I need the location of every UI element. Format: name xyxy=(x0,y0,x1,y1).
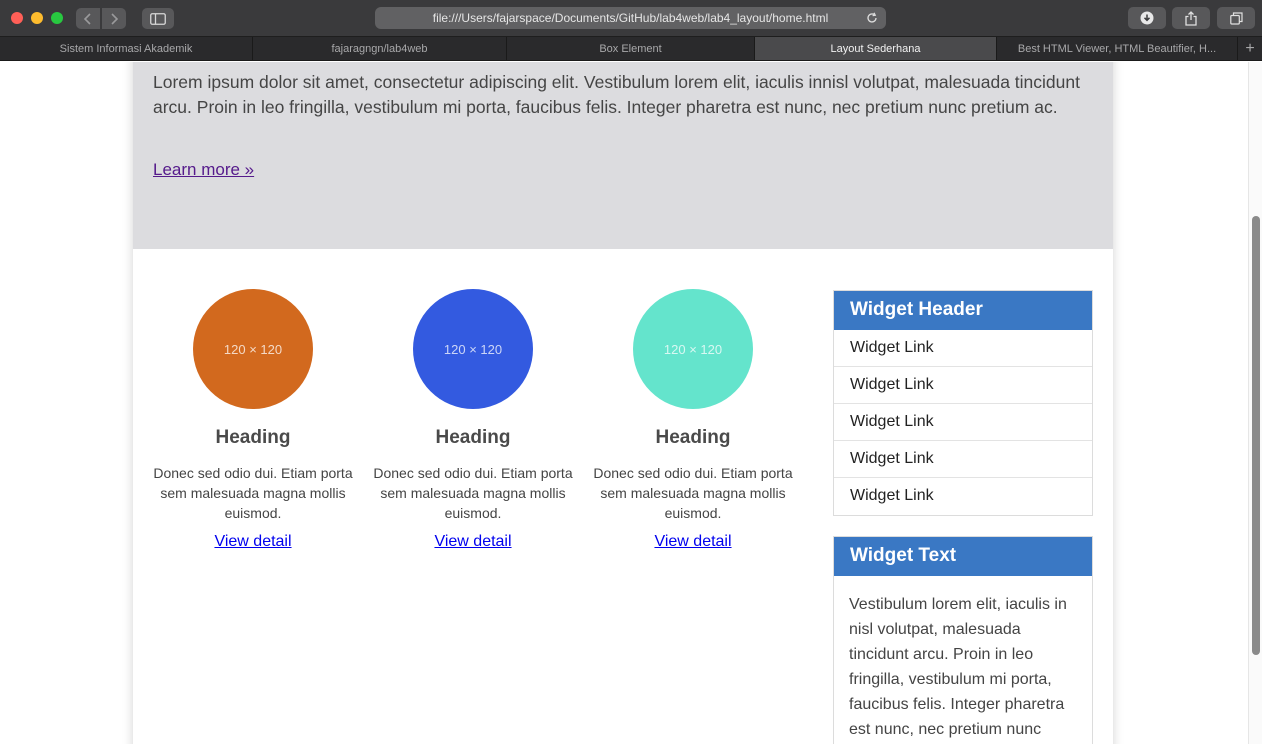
forward-button[interactable] xyxy=(102,8,126,29)
close-window-button[interactable] xyxy=(11,12,23,24)
plus-icon: + xyxy=(1245,39,1255,57)
feature-heading: Heading xyxy=(655,427,731,448)
share-icon xyxy=(1185,10,1197,26)
widget-link[interactable]: Widget Link xyxy=(834,478,1092,515)
image-placeholder-label: 120 × 120 xyxy=(443,341,503,357)
vertical-scrollbar[interactable] xyxy=(1248,62,1262,744)
view-detail-link[interactable]: View detail xyxy=(214,533,291,551)
tab-box-element[interactable]: Box Element xyxy=(507,37,755,60)
widget-text: Widget Text Vestibulum lorem elit, iacul… xyxy=(833,536,1093,744)
tab-label: Box Element xyxy=(599,42,662,55)
page-container: Lorem ipsum dolor sit amet, consectetur … xyxy=(133,62,1113,744)
widget-body-text: Vestibulum lorem elit, iaculis in nisl v… xyxy=(849,596,1067,738)
feature-text: Donec sed odio dui. Etiam porta sem male… xyxy=(153,465,353,521)
address-bar-url[interactable]: file:///Users/fajarspace/Documents/GitHu… xyxy=(375,11,886,25)
tab-label: fajaragngn/lab4web xyxy=(331,42,428,55)
feature-image: 120 × 120 xyxy=(193,289,313,409)
chevron-right-icon xyxy=(111,12,119,25)
widget-link[interactable]: Widget Link xyxy=(834,404,1092,441)
scrollbar-thumb[interactable] xyxy=(1252,216,1260,655)
widget-link[interactable]: Widget Link xyxy=(834,441,1092,478)
address-bar[interactable]: file:///Users/fajarspace/Documents/GitHu… xyxy=(375,7,886,29)
downloads-button[interactable] xyxy=(1128,7,1166,29)
minimize-window-button[interactable] xyxy=(31,12,43,24)
tab-sistem-informasi-akademik[interactable]: Sistem Informasi Akademik xyxy=(0,37,253,60)
view-detail-link[interactable]: View detail xyxy=(654,533,731,551)
feature-image: 120 × 120 xyxy=(413,289,533,409)
new-tab-button[interactable]: + xyxy=(1238,37,1262,60)
widget-links: Widget Header Widget Link Widget Link Wi… xyxy=(833,290,1093,516)
sidebar-toggle-button[interactable] xyxy=(142,8,174,29)
hero-paragraph: Lorem ipsum dolor sit amet, consectetur … xyxy=(153,72,1080,117)
chevron-left-icon xyxy=(83,12,91,25)
widget-header: Widget Text xyxy=(834,537,1092,576)
feature-heading: Heading xyxy=(215,427,291,448)
feature-text: Donec sed odio dui. Etiam porta sem male… xyxy=(373,465,573,521)
tab-lab4web-repo[interactable]: fajaragngn/lab4web xyxy=(253,37,507,60)
widget-header: Widget Header xyxy=(834,291,1092,330)
tab-label: Sistem Informasi Akademik xyxy=(59,42,193,55)
view-detail-link[interactable]: View detail xyxy=(434,533,511,551)
feature-image: 120 × 120 xyxy=(633,289,753,409)
tab-html-viewer[interactable]: Best HTML Viewer, HTML Beautifier, H... xyxy=(997,37,1238,60)
widget-link-list: Widget Link Widget Link Widget Link Widg… xyxy=(834,330,1092,515)
tab-label: Best HTML Viewer, HTML Beautifier, H... xyxy=(1017,42,1217,55)
reload-icon xyxy=(867,12,877,23)
sidebar-icon xyxy=(150,12,166,25)
widget-link[interactable]: Widget Link xyxy=(834,367,1092,404)
back-button[interactable] xyxy=(76,8,100,29)
tabs-icon xyxy=(1229,11,1243,25)
feature-card: 120 × 120 Heading Donec sed odio dui. Et… xyxy=(593,289,793,551)
feature-heading: Heading xyxy=(435,427,511,448)
zoom-window-button[interactable] xyxy=(51,12,63,24)
feature-text: Donec sed odio dui. Etiam porta sem male… xyxy=(593,465,793,521)
share-button[interactable] xyxy=(1172,7,1210,29)
feature-card: 120 × 120 Heading Donec sed odio dui. Et… xyxy=(373,289,573,551)
image-placeholder-label: 120 × 120 xyxy=(663,341,723,357)
widget-link[interactable]: Widget Link xyxy=(834,330,1092,367)
download-icon xyxy=(1140,11,1154,25)
reload-button[interactable] xyxy=(864,10,880,26)
tab-overview-button[interactable] xyxy=(1217,7,1255,29)
page-viewport: Lorem ipsum dolor sit amet, consectetur … xyxy=(0,62,1262,744)
learn-more-link[interactable]: Learn more » xyxy=(153,160,254,180)
tab-label: Layout Sederhana xyxy=(830,42,921,55)
image-placeholder-label: 120 × 120 xyxy=(223,341,283,357)
tab-strip: Sistem Informasi Akademik fajaragngn/lab… xyxy=(0,37,1262,61)
feature-card: 120 × 120 Heading Donec sed odio dui. Et… xyxy=(153,289,353,551)
tab-layout-sederhana[interactable]: Layout Sederhana xyxy=(755,37,997,60)
hero-section: Lorem ipsum dolor sit amet, consectetur … xyxy=(133,62,1113,249)
browser-titlebar: file:///Users/fajarspace/Documents/GitHu… xyxy=(0,0,1262,37)
